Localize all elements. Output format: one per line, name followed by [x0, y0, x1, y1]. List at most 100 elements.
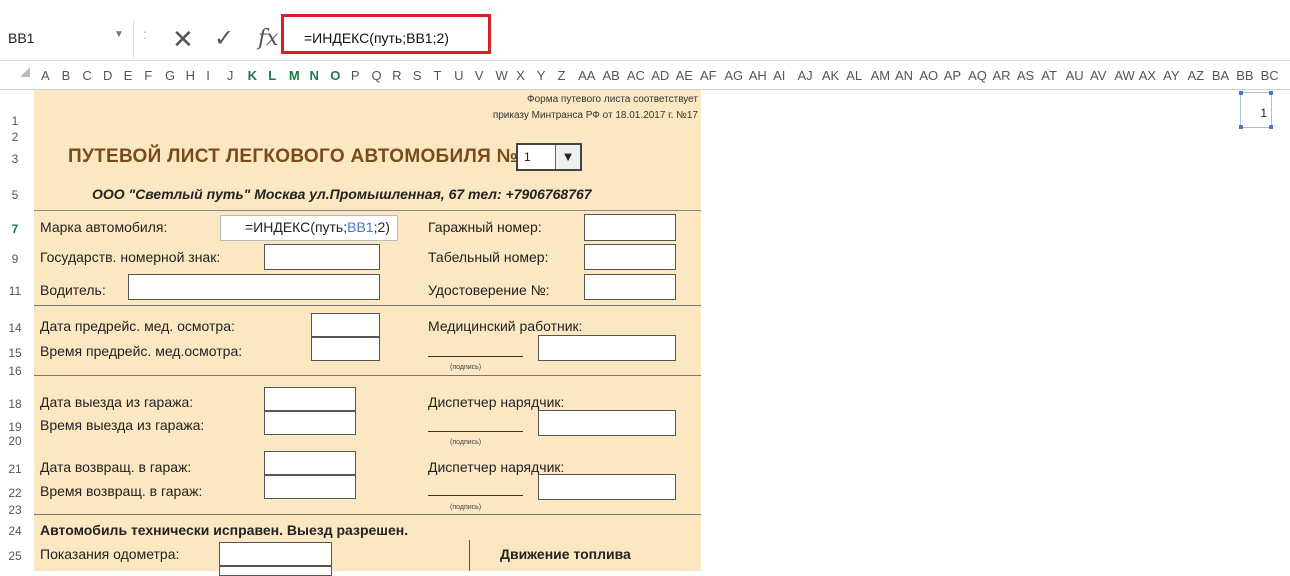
odometer-field-2[interactable] [219, 566, 332, 576]
row-header-22[interactable]: 22 [0, 486, 30, 500]
active-cell-car-brand[interactable]: =ИНДЕКС(путь;BB1;2) [220, 215, 398, 241]
column-header-f[interactable]: F [144, 68, 152, 83]
column-header-ac[interactable]: AC [627, 68, 645, 83]
column-header-an[interactable]: AN [895, 68, 913, 83]
dispatcher-field[interactable] [538, 474, 676, 500]
column-header-u[interactable]: U [454, 68, 463, 83]
row-header-25[interactable]: 25 [0, 549, 30, 563]
chevron-down-icon[interactable]: ▼ [555, 145, 580, 169]
column-header-bc[interactable]: BC [1261, 68, 1279, 83]
row-header-11[interactable]: 11 [0, 284, 30, 298]
column-header-au[interactable]: AU [1066, 68, 1084, 83]
column-header-ak[interactable]: AK [822, 68, 839, 83]
med-worker-field[interactable] [538, 335, 676, 361]
column-header-o[interactable]: O [330, 68, 340, 83]
cancel-icon[interactable]: ✕ [172, 20, 194, 58]
column-header-g[interactable]: G [165, 68, 175, 83]
column-header-k[interactable]: K [248, 68, 257, 83]
column-header-a[interactable]: A [41, 68, 50, 83]
column-header-ag[interactable]: AG [724, 68, 743, 83]
column-header-t[interactable]: T [433, 68, 441, 83]
row-header-21[interactable]: 21 [0, 462, 30, 476]
row-header-1[interactable]: 1 [0, 114, 30, 128]
leave-time-field[interactable] [264, 411, 356, 435]
column-header-h[interactable]: H [186, 68, 195, 83]
row-header-16[interactable]: 16 [0, 364, 30, 378]
row-header-3[interactable]: 3 [0, 152, 30, 166]
column-header-at[interactable]: AT [1041, 68, 1057, 83]
leave-date-field[interactable] [264, 387, 356, 411]
column-header-b[interactable]: B [62, 68, 71, 83]
row-header-20[interactable]: 20 [0, 434, 30, 448]
column-header-ah[interactable]: AH [749, 68, 767, 83]
row-header-15[interactable]: 15 [0, 346, 30, 360]
column-header-aj[interactable]: AJ [797, 68, 812, 83]
row-header-7[interactable]: 7 [0, 222, 30, 236]
column-header-aa[interactable]: AA [578, 68, 595, 83]
trip-number-select[interactable]: 1 ▼ [516, 143, 582, 171]
selection-handle[interactable] [1269, 91, 1273, 95]
column-header-aw[interactable]: AW [1114, 68, 1134, 83]
tab-number-field[interactable] [584, 244, 676, 270]
column-header-ay[interactable]: AY [1163, 68, 1179, 83]
formula-input[interactable]: =ИНДЕКС(путь;BB1;2) [304, 30, 449, 46]
column-header-s[interactable]: S [413, 68, 422, 83]
check-icon[interactable]: ✓ [214, 20, 234, 58]
row-header-18[interactable]: 18 [0, 397, 30, 411]
column-header-j[interactable]: J [227, 68, 234, 83]
column-header-as[interactable]: AS [1017, 68, 1034, 83]
column-header-p[interactable]: P [351, 68, 360, 83]
license-field[interactable] [584, 274, 676, 300]
row-header-9[interactable]: 9 [0, 252, 30, 266]
column-header-w[interactable]: W [495, 68, 507, 83]
driver-field[interactable] [128, 274, 380, 300]
column-header-am[interactable]: AM [871, 68, 891, 83]
med-time-field[interactable] [311, 337, 380, 361]
column-header-l[interactable]: L [268, 68, 276, 83]
name-box-dropdown-icon[interactable]: ▼ [114, 29, 124, 40]
column-header-r[interactable]: R [392, 68, 401, 83]
odometer-field[interactable] [219, 542, 332, 566]
name-box[interactable]: BB1 ▼ [0, 20, 134, 58]
column-header-d[interactable]: D [103, 68, 112, 83]
selection-handle[interactable] [1239, 91, 1243, 95]
column-header-ar[interactable]: AR [992, 68, 1010, 83]
return-date-field[interactable] [264, 451, 356, 475]
column-header-bb[interactable]: BB [1236, 68, 1253, 83]
row-header-24[interactable]: 24 [0, 524, 30, 538]
column-header-ap[interactable]: AP [944, 68, 961, 83]
selection-handle[interactable] [1239, 125, 1243, 129]
row-header-19[interactable]: 19 [0, 420, 30, 434]
column-header-m[interactable]: M [289, 68, 300, 83]
med-date-field[interactable] [311, 313, 380, 337]
row-header-2[interactable]: 2 [0, 130, 30, 144]
column-header-ad[interactable]: AD [651, 68, 669, 83]
garage-number-field[interactable] [584, 214, 676, 241]
column-header-av[interactable]: AV [1090, 68, 1106, 83]
row-header-23[interactable]: 23 [0, 503, 30, 517]
row-header-5[interactable]: 5 [0, 188, 30, 202]
column-header-i[interactable]: I [206, 68, 210, 83]
row-header-14[interactable]: 14 [0, 321, 30, 335]
select-all-corner[interactable] [20, 67, 30, 77]
column-header-n[interactable]: N [310, 68, 319, 83]
column-header-v[interactable]: V [475, 68, 484, 83]
column-header-ab[interactable]: AB [602, 68, 619, 83]
column-header-e[interactable]: E [124, 68, 133, 83]
column-header-ae[interactable]: AE [676, 68, 693, 83]
column-header-ax[interactable]: AX [1139, 68, 1156, 83]
column-header-x[interactable]: X [516, 68, 525, 83]
insert-function-icon[interactable]: fx [258, 20, 279, 58]
column-header-y[interactable]: Y [537, 68, 546, 83]
dispatcher-field[interactable] [538, 410, 676, 436]
column-header-ao[interactable]: AO [919, 68, 938, 83]
column-header-az[interactable]: AZ [1187, 68, 1204, 83]
column-header-ai[interactable]: AI [773, 68, 785, 83]
column-header-z[interactable]: Z [557, 68, 565, 83]
cell-bb1[interactable]: 1 [1239, 91, 1273, 129]
selection-handle[interactable] [1269, 125, 1273, 129]
column-header-q[interactable]: Q [372, 68, 382, 83]
column-header-ba[interactable]: BA [1212, 68, 1229, 83]
column-header-af[interactable]: AF [700, 68, 717, 83]
column-header-aq[interactable]: AQ [968, 68, 987, 83]
